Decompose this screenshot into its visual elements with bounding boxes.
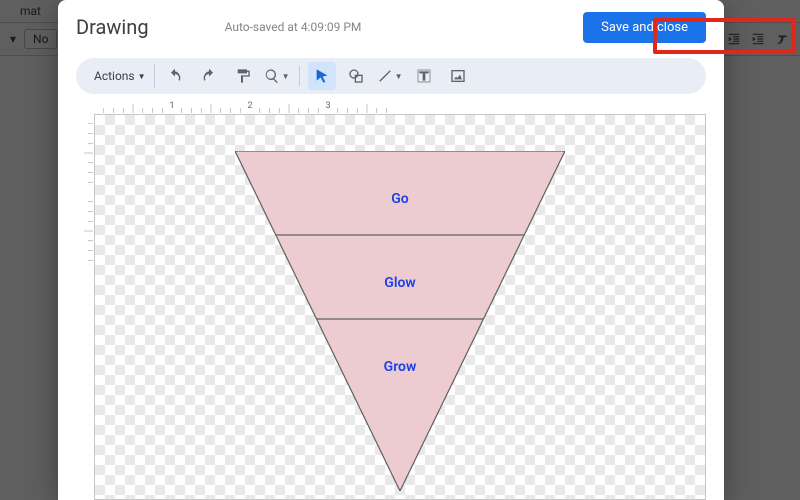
select-tool[interactable] (308, 62, 336, 90)
caret-down-icon: ▼ (395, 72, 403, 81)
save-and-close-button[interactable]: Save and close (583, 12, 706, 43)
ruler-vertical (76, 114, 94, 264)
drawing-modal-header: Drawing Auto-saved at 4:09:09 PM Save an… (58, 0, 724, 54)
caret-down-icon: ▼ (282, 72, 290, 81)
drawing-toolbar: Actions ▼ ▼ ▼ (76, 58, 706, 94)
actions-menu[interactable]: Actions ▼ (86, 64, 155, 88)
drawing-canvas[interactable]: Go Glow Grow (94, 114, 706, 500)
drawing-canvas-area: 12345678 Go Glow Grow (76, 98, 706, 500)
svg-text:2: 2 (247, 101, 252, 111)
image-tool[interactable] (444, 62, 472, 90)
paint-format-button[interactable] (229, 62, 257, 90)
autosave-status: Auto-saved at 4:09:09 PM (225, 20, 362, 34)
redo-button[interactable] (195, 62, 223, 90)
ruler-horizontal: 12345678 (94, 98, 394, 114)
line-tool[interactable]: ▼ (376, 62, 404, 90)
shape-tool[interactable] (342, 62, 370, 90)
drawing-modal: Drawing Auto-saved at 4:09:09 PM Save an… (58, 0, 724, 500)
toolbar-separator (299, 66, 300, 86)
funnel-shape[interactable] (235, 151, 565, 491)
caret-down-icon: ▼ (138, 72, 146, 81)
zoom-button[interactable]: ▼ (263, 62, 291, 90)
svg-text:3: 3 (325, 101, 330, 111)
svg-text:1: 1 (169, 101, 174, 111)
text-box-tool[interactable] (410, 62, 438, 90)
undo-button[interactable] (161, 62, 189, 90)
drawing-title: Drawing (76, 15, 149, 39)
actions-label: Actions (94, 69, 135, 83)
